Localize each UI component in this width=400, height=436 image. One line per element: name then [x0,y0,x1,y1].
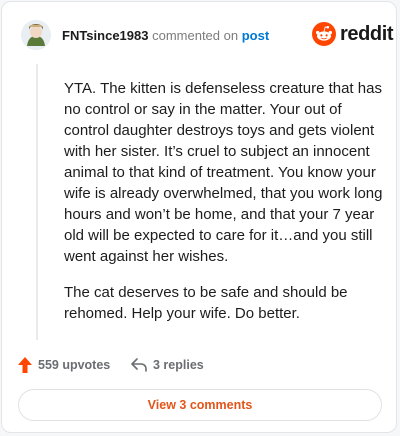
post-link[interactable]: post [242,28,269,43]
upvote-button[interactable]: 559 upvotes [18,354,110,376]
comment-attribution: FNTsince1983 commented on post [62,28,269,43]
reddit-brand[interactable]: reddit [312,21,394,47]
comment-paragraph: YTA. The kitten is defenseless creature … [64,80,383,265]
thread-line[interactable] [36,64,38,340]
action-text: commented on [152,28,239,43]
username-link[interactable]: FNTsince1983 [62,28,148,43]
avatar-icon[interactable] [21,20,51,50]
upvote-count: 559 upvotes [38,358,111,372]
reddit-logo-icon [312,22,336,46]
reply-arrow-icon [131,358,147,372]
comment-paragraph: The cat deserves to be safe and should b… [64,284,348,322]
comment-body: YTA. The kitten is defenseless creature … [64,78,384,339]
replies-count: 3 replies [153,358,204,372]
reddit-wordmark: reddit [340,22,394,45]
reply-button[interactable]: 3 replies [131,354,204,376]
comment-header: FNTsince1983 commented on post reddit [2,2,396,62]
view-comments-button[interactable]: View 3 comments [18,389,382,421]
comment-card: FNTsince1983 commented on post reddit YT… [1,1,397,433]
upvote-arrow-icon [18,357,32,373]
